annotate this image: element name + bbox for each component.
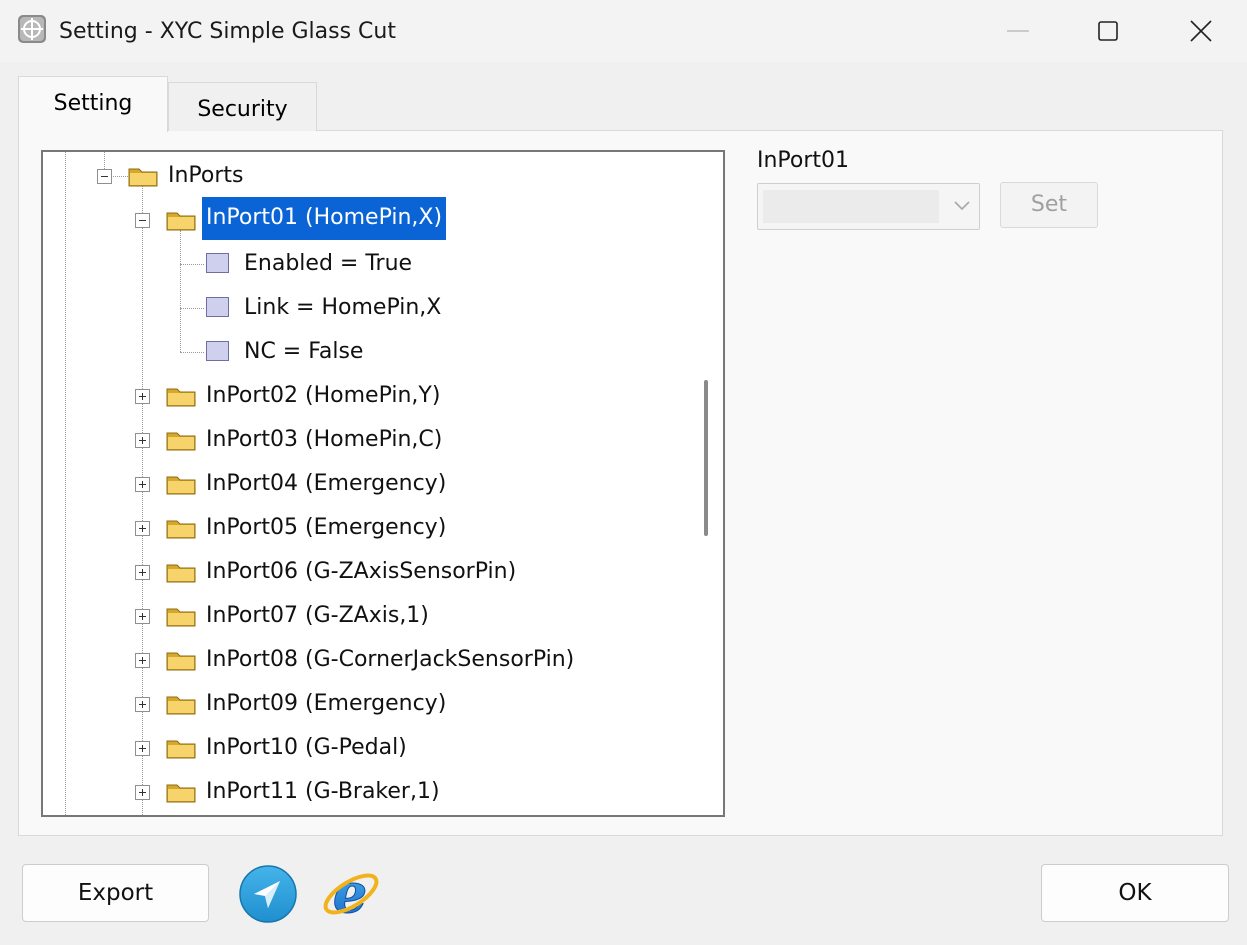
folder-icon xyxy=(166,388,196,407)
tree-node[interactable]: InPort05 (Emergency) xyxy=(206,515,446,541)
minimize-button[interactable] xyxy=(972,0,1064,62)
ok-button[interactable]: OK xyxy=(1041,864,1229,922)
internet-explorer-icon[interactable]: e xyxy=(318,860,382,924)
settings-tree[interactable]: InPorts InPort01 (HomePin,X) Enabled = T… xyxy=(41,150,725,817)
expand-toggle[interactable] xyxy=(135,741,150,756)
tree-node[interactable]: InPort09 (Emergency) xyxy=(206,691,446,717)
expand-toggle[interactable] xyxy=(135,785,150,800)
property-label: InPort01 xyxy=(757,148,850,173)
tree-node[interactable]: InPort03 (HomePin,C) xyxy=(206,427,442,453)
tab-security[interactable]: Security xyxy=(168,82,317,131)
set-button[interactable]: Set xyxy=(1000,182,1098,228)
folder-icon xyxy=(166,432,196,451)
scrollbar-thumb[interactable] xyxy=(704,380,708,536)
title-bar: Setting - XYC Simple Glass Cut xyxy=(0,0,1247,62)
tree-guide-line xyxy=(65,152,66,815)
tab-setting[interactable]: Setting xyxy=(18,76,168,132)
tree-leaf[interactable]: Link = HomePin,X xyxy=(244,295,441,321)
folder-icon xyxy=(128,168,158,187)
tree-guide-line xyxy=(180,308,204,309)
folder-icon xyxy=(166,564,196,583)
folder-icon xyxy=(166,520,196,539)
expand-toggle[interactable] xyxy=(135,653,150,668)
window-title: Setting - XYC Simple Glass Cut xyxy=(59,19,396,44)
folder-icon xyxy=(166,652,196,671)
crosshair-app-icon xyxy=(18,15,46,43)
expand-toggle[interactable] xyxy=(135,521,150,536)
tree-node[interactable]: InPort07 (G-ZAxis,1) xyxy=(206,603,429,629)
folder-icon xyxy=(166,784,196,803)
folder-icon xyxy=(166,476,196,495)
minimize-icon xyxy=(1007,30,1029,32)
tree-guide-line xyxy=(104,152,105,169)
expand-toggle[interactable] xyxy=(135,433,150,448)
tree-guide-line xyxy=(180,352,204,353)
maximize-icon xyxy=(1098,21,1118,41)
tree-guide-line xyxy=(142,186,143,815)
folder-icon xyxy=(166,212,196,231)
close-icon xyxy=(1190,20,1212,42)
export-button[interactable]: Export xyxy=(22,864,209,922)
property-leaf-icon xyxy=(206,253,229,273)
tree-node[interactable]: InPort04 (Emergency) xyxy=(206,471,446,497)
value-combobox[interactable] xyxy=(757,183,980,230)
close-button[interactable] xyxy=(1155,0,1247,62)
combobox-value xyxy=(763,190,939,223)
expand-toggle[interactable] xyxy=(135,477,150,492)
expand-toggle[interactable] xyxy=(135,697,150,712)
tree-node[interactable]: InPort02 (HomePin,Y) xyxy=(206,383,440,409)
tree-node[interactable]: InPort08 (G-CornerJackSensorPin) xyxy=(206,647,574,673)
tree-node-inports[interactable]: InPorts xyxy=(168,163,244,189)
tree-leaf[interactable]: NC = False xyxy=(244,339,363,365)
expand-toggle[interactable] xyxy=(135,389,150,404)
tree-node[interactable]: InPort10 (G-Pedal) xyxy=(206,735,407,761)
collapse-toggle[interactable] xyxy=(135,213,150,228)
tree-node[interactable]: InPort06 (G-ZAxisSensorPin) xyxy=(206,559,516,585)
telegram-send-icon[interactable] xyxy=(238,864,298,924)
svg-text:e: e xyxy=(333,861,367,924)
tree-guide-line xyxy=(180,264,204,265)
tree-node-selected[interactable]: InPort01 (HomePin,X) xyxy=(202,197,447,240)
collapse-toggle[interactable] xyxy=(97,169,112,184)
property-leaf-icon xyxy=(206,297,229,317)
tree-guide-line xyxy=(180,230,181,352)
folder-icon xyxy=(166,608,196,627)
tree-node[interactable]: InPort11 (G-Braker,1) xyxy=(206,779,440,805)
expand-toggle[interactable] xyxy=(135,609,150,624)
folder-icon xyxy=(166,740,196,759)
property-leaf-icon xyxy=(206,341,229,361)
maximize-button[interactable] xyxy=(1062,0,1154,62)
chevron-down-icon xyxy=(954,201,970,211)
expand-toggle[interactable] xyxy=(135,565,150,580)
tree-leaf[interactable]: Enabled = True xyxy=(244,251,412,277)
folder-icon xyxy=(166,696,196,715)
